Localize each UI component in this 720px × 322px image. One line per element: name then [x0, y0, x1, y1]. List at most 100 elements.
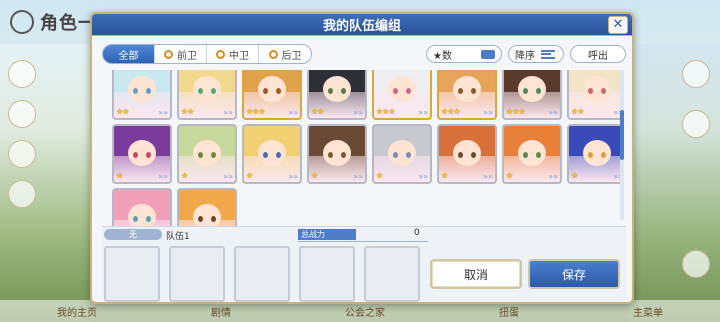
star-rank-icon: ★★★	[376, 107, 395, 116]
scrollbar-thumb[interactable]	[620, 110, 624, 160]
character-card[interactable]: ★★»»	[567, 70, 622, 120]
party-slot[interactable]	[299, 246, 355, 302]
rank-arrow-icon: »»	[483, 172, 493, 181]
character-card[interactable]: ★»»	[112, 124, 172, 184]
character-card[interactable]: ★»»	[307, 124, 367, 184]
character-eye	[133, 88, 138, 94]
character-eye	[211, 88, 216, 94]
star-rank-icon: ★	[571, 171, 578, 180]
position-dot-icon	[164, 49, 173, 59]
party-tag: 无	[104, 229, 162, 240]
tab-midguard[interactable]: 中卫	[207, 45, 259, 63]
total-power-value: 0	[414, 228, 420, 238]
cancel-button[interactable]: 取消	[430, 259, 522, 289]
nav-item-gacha: 扭蛋	[499, 307, 519, 319]
star-rank-icon: ★	[376, 171, 383, 180]
character-card[interactable]: ★»»	[242, 124, 302, 184]
character-card[interactable]: ★★»»	[307, 70, 367, 120]
character-eye	[328, 88, 333, 94]
character-eye	[341, 88, 346, 94]
character-card[interactable]: ★★»»	[177, 70, 237, 120]
character-list-scrollbar[interactable]	[620, 70, 624, 220]
save-button[interactable]: 保存	[528, 259, 620, 289]
character-eye	[133, 216, 138, 222]
role-filter-tabs: 全部 前卫 中卫 后卫	[102, 44, 312, 64]
character-eye	[393, 88, 398, 94]
filter-row: 全部 前卫 中卫 后卫 ★数 降序 呼出	[102, 44, 626, 64]
star-rank-icon: ★	[506, 171, 513, 180]
party-slot[interactable]	[169, 246, 225, 302]
party-slot[interactable]	[364, 246, 420, 302]
character-card[interactable]: ★»»	[177, 124, 237, 184]
sort-key-label: ★数	[433, 50, 452, 62]
call-button[interactable]: 呼出	[570, 45, 626, 63]
total-power-label: 总战力	[298, 229, 356, 240]
background-button-icon	[8, 60, 36, 88]
sort-order-icon	[541, 49, 555, 59]
power-divider	[298, 241, 428, 242]
background-button-icon	[682, 250, 710, 278]
party-slot[interactable]	[234, 246, 290, 302]
toggle-icon	[481, 49, 495, 59]
star-rank-icon: ★	[311, 171, 318, 180]
character-eye	[471, 88, 476, 94]
sort-key-select[interactable]: ★数	[426, 45, 502, 63]
character-eye	[146, 88, 151, 94]
sort-order-label: 降序	[515, 50, 535, 62]
character-eye	[276, 88, 281, 94]
party-slot[interactable]	[104, 246, 160, 302]
character-eye	[601, 152, 606, 158]
rank-arrow-icon: »»	[158, 108, 168, 117]
character-eye	[406, 152, 411, 158]
character-eye	[393, 152, 398, 158]
character-card[interactable]: ★★★ »»	[502, 70, 562, 120]
dialog-header: 我的队伍编组	[92, 14, 632, 36]
character-card[interactable]: ★»»	[567, 124, 622, 184]
star-rank-icon: ★	[246, 171, 253, 180]
position-dot-icon	[268, 49, 278, 59]
character-eye	[198, 88, 203, 94]
star-rank-icon: ★★	[181, 107, 194, 116]
screen-emblem-icon	[10, 10, 34, 34]
star-rank-icon: ★★★	[246, 107, 265, 116]
star-rank-icon: ★★	[311, 107, 324, 116]
star-rank-icon: ★	[181, 171, 188, 180]
nav-item-home: 我的主页	[57, 307, 97, 319]
close-button[interactable]: ✕	[608, 16, 628, 34]
character-card[interactable]: ★»»	[437, 124, 497, 184]
background-button-icon	[682, 60, 710, 88]
rank-arrow-icon: »»	[418, 108, 428, 117]
character-grid: ★★»»★★»»★★★»»★★»»★★★»»★★★»»★★★»»★★»»★»»★…	[112, 70, 622, 230]
character-eye	[211, 216, 216, 222]
background-button-icon	[682, 110, 710, 138]
star-rank-icon: ★★★	[441, 107, 460, 116]
dialog-title: 我的队伍编组	[322, 19, 401, 34]
background-right-panel	[630, 44, 720, 322]
character-card[interactable]: ★★»»	[112, 70, 172, 120]
party-name: 队伍1	[166, 232, 190, 242]
character-eye	[146, 216, 151, 222]
character-eye	[211, 152, 216, 158]
tab-all[interactable]: 全部	[103, 45, 155, 63]
character-list: ★★»»★★»»★★★»»★★»»★★★»»★★★»»★★★»»★★»»★»»★…	[102, 70, 622, 230]
background-button-icon	[8, 140, 36, 168]
character-card[interactable]: ★»»	[177, 188, 237, 230]
character-card[interactable]: ★»»	[112, 188, 172, 230]
rank-arrow-icon: »»	[548, 108, 558, 117]
character-eye	[263, 152, 268, 158]
tab-rearguard[interactable]: 后卫	[259, 45, 311, 63]
character-eye	[458, 88, 463, 94]
rank-arrow-icon: »»	[418, 172, 428, 181]
character-card[interactable]: ★»»	[502, 124, 562, 184]
character-eye	[341, 152, 346, 158]
character-card[interactable]: ★★★ »»	[437, 70, 497, 120]
character-eye	[276, 152, 281, 158]
character-card[interactable]: ★★★ »»	[372, 70, 432, 120]
character-eye	[198, 152, 203, 158]
sort-order-button[interactable]: 降序	[508, 45, 564, 63]
character-card[interactable]: ★★★ »»	[242, 70, 302, 120]
tab-vanguard[interactable]: 前卫	[155, 45, 207, 63]
rank-arrow-icon: »»	[158, 172, 168, 181]
call-label: 呼出	[588, 50, 608, 62]
character-card[interactable]: ★ »»	[372, 124, 432, 184]
